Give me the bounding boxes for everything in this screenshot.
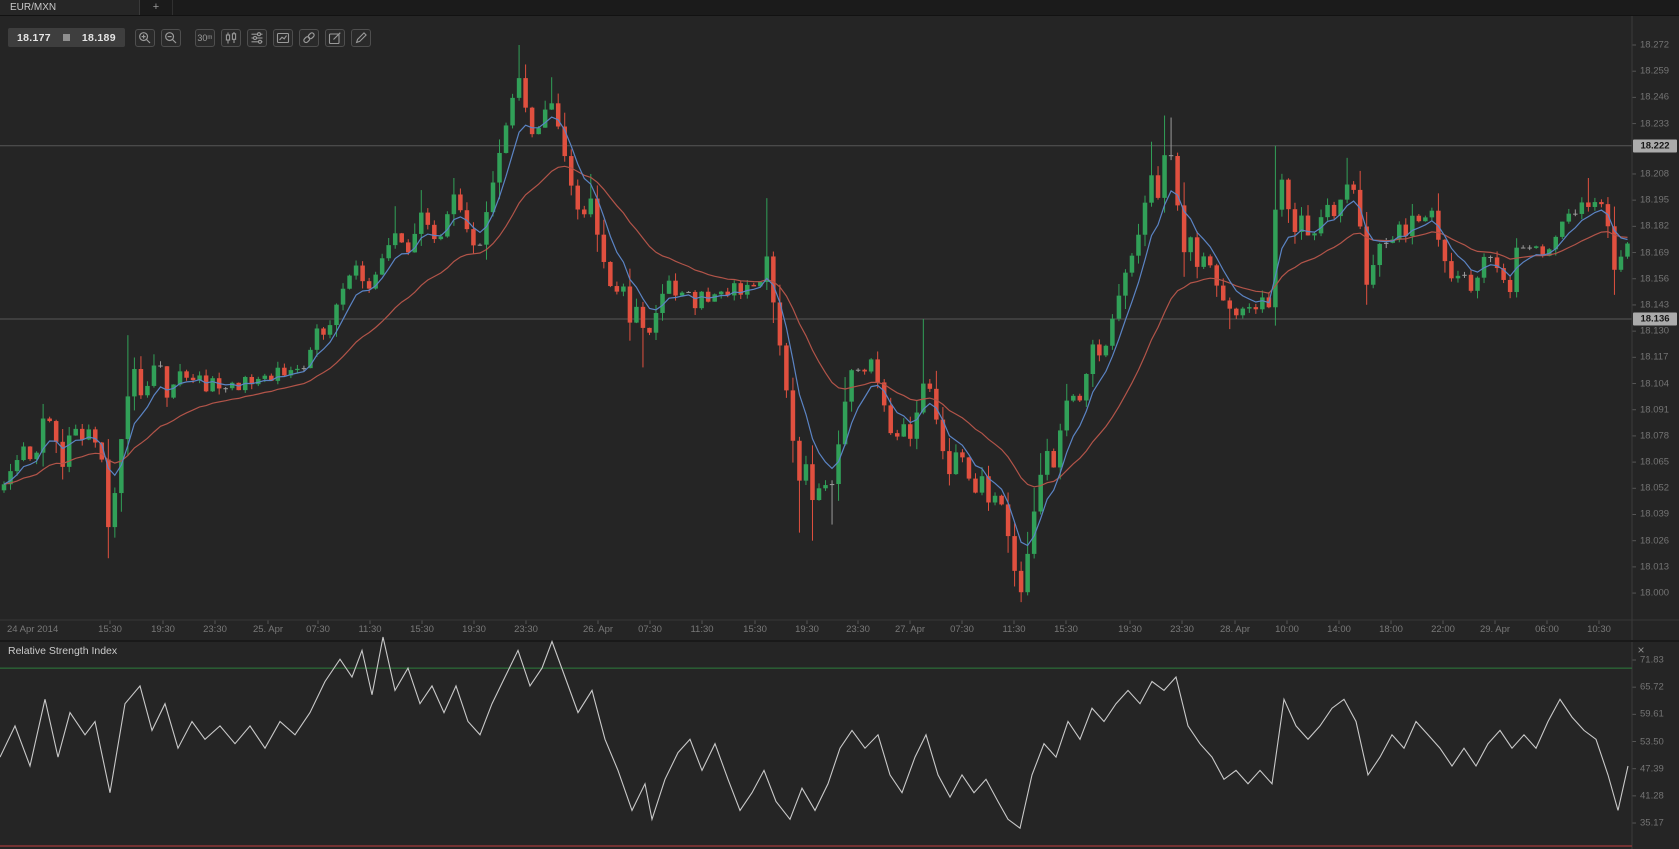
tab-bar: EUR/MXN + bbox=[0, 0, 1679, 16]
toolbar-buttons: 30m bbox=[135, 29, 377, 47]
indicator-settings-button[interactable] bbox=[247, 29, 267, 47]
time-tick-label: 11:30 bbox=[358, 624, 381, 635]
rsi-tick-label: 59.61 bbox=[1640, 709, 1664, 720]
price-chart-canvas[interactable] bbox=[0, 0, 1679, 849]
price-tick-label: 18.104 bbox=[1640, 378, 1669, 389]
rsi-tick-label: 65.72 bbox=[1640, 682, 1664, 693]
time-tick-label: 19:30 bbox=[795, 624, 819, 635]
price-tick-label: 18.143 bbox=[1640, 299, 1669, 310]
spread-icon bbox=[63, 34, 70, 41]
time-tick-label: 15:30 bbox=[410, 624, 434, 635]
time-tick-label: 25. Apr bbox=[253, 624, 283, 635]
zoom-in-button[interactable] bbox=[135, 29, 155, 47]
tab-label: EUR/MXN bbox=[10, 2, 56, 13]
price-tick-label: 18.208 bbox=[1640, 168, 1669, 179]
price-tick-label: 18.078 bbox=[1640, 430, 1669, 441]
tab-eurmxn[interactable]: EUR/MXN bbox=[0, 0, 140, 15]
bid-price: 18.177 bbox=[17, 32, 51, 44]
time-tick-label: 23:30 bbox=[846, 624, 870, 635]
price-tick-label: 18.026 bbox=[1640, 535, 1669, 546]
price-tick-label: 18.091 bbox=[1640, 404, 1669, 415]
draw-tools-button[interactable] bbox=[351, 29, 371, 47]
time-tick-label: 28. Apr bbox=[1220, 624, 1250, 635]
time-tick-label: 10:30 bbox=[1587, 624, 1611, 635]
price-tick-label: 18.052 bbox=[1640, 483, 1669, 494]
time-tick-label: 18:00 bbox=[1379, 624, 1403, 635]
time-tick-label: 10:00 bbox=[1275, 624, 1299, 635]
ask-price: 18.189 bbox=[82, 32, 116, 44]
price-tick-label: 18.182 bbox=[1640, 221, 1669, 232]
link-charts-button[interactable] bbox=[299, 29, 319, 47]
ma-fast-line bbox=[4, 117, 1628, 545]
time-tick-label: 19:30 bbox=[462, 624, 486, 635]
price-tick-label: 18.130 bbox=[1640, 326, 1669, 337]
time-tick-label: 07:30 bbox=[306, 624, 330, 635]
price-tick-label: 18.233 bbox=[1640, 118, 1669, 129]
rsi-line bbox=[0, 637, 1628, 828]
time-tick-label: 07:30 bbox=[638, 624, 662, 635]
price-tick-label: 18.065 bbox=[1640, 457, 1669, 468]
time-tick-label: 19:30 bbox=[151, 624, 175, 635]
price-tick-label: 18.195 bbox=[1640, 195, 1669, 206]
timeframe-button[interactable]: 30m bbox=[195, 29, 215, 47]
time-tick-label: 24 Apr 2014 bbox=[7, 624, 58, 635]
price-tick-label: 18.013 bbox=[1640, 561, 1669, 572]
price-line-tag: 18.136 bbox=[1633, 313, 1677, 326]
chart-type-candles-button[interactable] bbox=[221, 29, 241, 47]
chart-toolbar: 18.177 18.189 30m bbox=[8, 28, 377, 47]
time-tick-label: 22:00 bbox=[1431, 624, 1455, 635]
rsi-panel-title: Relative Strength Index bbox=[8, 645, 117, 657]
time-tick-label: 06:00 bbox=[1535, 624, 1559, 635]
price-tick-label: 18.156 bbox=[1640, 273, 1669, 284]
price-tick-label: 18.259 bbox=[1640, 66, 1669, 77]
plus-icon: + bbox=[153, 1, 159, 13]
time-tick-label: 11:30 bbox=[1002, 624, 1025, 635]
price-line-tag: 18.222 bbox=[1633, 139, 1677, 152]
time-tick-label: 23:30 bbox=[203, 624, 227, 635]
rsi-tick-label: 53.50 bbox=[1640, 736, 1664, 747]
chart-layout-button[interactable] bbox=[273, 29, 293, 47]
bid-ask-quote[interactable]: 18.177 18.189 bbox=[8, 28, 125, 47]
price-tick-label: 18.117 bbox=[1640, 352, 1668, 363]
time-tick-label: 07:30 bbox=[950, 624, 974, 635]
rsi-tick-label: 41.28 bbox=[1640, 790, 1664, 801]
price-tick-label: 18.246 bbox=[1640, 92, 1669, 103]
price-tick-label: 18.039 bbox=[1640, 509, 1669, 520]
price-tick-label: 18.000 bbox=[1640, 588, 1669, 599]
time-tick-label: 15:30 bbox=[743, 624, 767, 635]
trading-app: { "tabbar": { "active_tab": "EUR/MXN", "… bbox=[0, 0, 1679, 849]
ma-slow-line bbox=[4, 166, 1628, 487]
rsi-tick-label: 47.39 bbox=[1640, 763, 1664, 774]
time-tick-label: 15:30 bbox=[1054, 624, 1078, 635]
rsi-tick-label: 35.17 bbox=[1640, 818, 1664, 829]
time-tick-label: 11:30 bbox=[690, 624, 713, 635]
time-tick-label: 15:30 bbox=[98, 624, 122, 635]
edit-chart-button[interactable] bbox=[325, 29, 345, 47]
time-tick-label: 26. Apr bbox=[583, 624, 613, 635]
time-tick-label: 23:30 bbox=[514, 624, 538, 635]
rsi-tick-label: 71.83 bbox=[1640, 655, 1664, 666]
time-tick-label: 14:00 bbox=[1327, 624, 1351, 635]
price-tick-label: 18.169 bbox=[1640, 247, 1669, 258]
price-tick-label: 18.272 bbox=[1640, 40, 1669, 51]
new-tab-button[interactable]: + bbox=[140, 0, 173, 15]
time-tick-label: 23:30 bbox=[1170, 624, 1194, 635]
time-tick-label: 19:30 bbox=[1118, 624, 1142, 635]
time-tick-label: 29. Apr bbox=[1480, 624, 1510, 635]
zoom-out-button[interactable] bbox=[161, 29, 181, 47]
time-tick-label: 27. Apr bbox=[895, 624, 925, 635]
